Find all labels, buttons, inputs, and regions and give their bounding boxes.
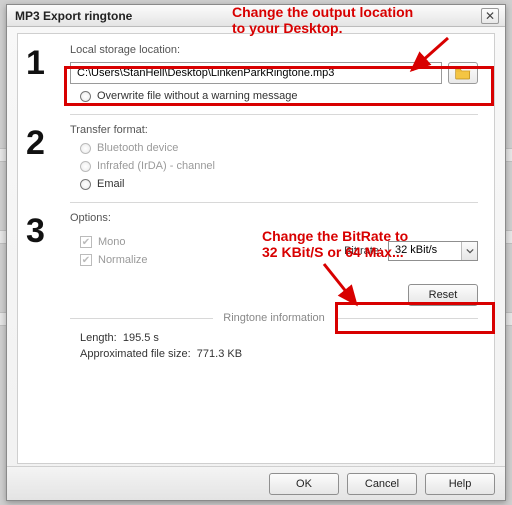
- radio-icon: [80, 161, 91, 172]
- section-options: 3 Options: ✔ Mono ✔ Normalize Bit rate:: [18, 202, 494, 278]
- size-label: Approximated file size:: [80, 348, 191, 360]
- email-label: Email: [97, 178, 125, 190]
- bluetooth-label: Bluetooth device: [97, 142, 178, 154]
- ok-button[interactable]: OK: [269, 473, 339, 495]
- normalize-label: Normalize: [98, 254, 148, 266]
- help-button[interactable]: Help: [425, 473, 495, 495]
- size-value: 771.3 KB: [197, 348, 242, 360]
- length-label: Length:: [80, 332, 117, 344]
- section-storage: 1 Local storage location: Overwrite file…: [18, 34, 494, 114]
- options-label: Options:: [70, 212, 478, 224]
- reset-button[interactable]: Reset: [408, 284, 478, 306]
- infrared-option: Infrafed (IrDA) - channel: [80, 160, 478, 172]
- overwrite-option[interactable]: Overwrite file without a warning message: [80, 90, 478, 102]
- mono-label: Mono: [98, 236, 126, 248]
- checkbox-icon: ✔: [80, 254, 92, 266]
- bitrate-value: 32 kBit/s: [389, 242, 461, 260]
- storage-label: Local storage location:: [70, 44, 478, 56]
- browse-button[interactable]: [448, 62, 478, 84]
- checkbox-icon: ✔: [80, 236, 92, 248]
- step-number-3: 3: [26, 212, 45, 251]
- step-number-1: 1: [26, 44, 45, 83]
- radio-icon: [80, 143, 91, 154]
- titlebar[interactable]: MP3 Export ringtone ✕: [7, 5, 505, 27]
- cancel-button[interactable]: Cancel: [347, 473, 417, 495]
- export-ringtone-dialog: MP3 Export ringtone ✕ 1 Local storage lo…: [6, 4, 506, 501]
- dialog-footer: OK Cancel Help: [7, 466, 505, 500]
- ringtone-info: Length: 195.5 s Approximated file size: …: [18, 328, 494, 370]
- close-button[interactable]: ✕: [481, 8, 499, 24]
- chevron-down-icon: [461, 242, 477, 260]
- close-icon: ✕: [485, 9, 495, 23]
- bitrate-row: Bit rate: 32 kBit/s: [344, 234, 478, 268]
- overwrite-label: Overwrite file without a warning message: [97, 90, 298, 102]
- bitrate-select[interactable]: 32 kBit/s: [388, 241, 478, 261]
- dialog-title: MP3 Export ringtone: [15, 9, 481, 23]
- dialog-content: 1 Local storage location: Overwrite file…: [17, 33, 495, 464]
- folder-icon: [455, 66, 471, 80]
- email-option[interactable]: Email: [80, 178, 478, 190]
- bitrate-label: Bit rate:: [344, 245, 382, 257]
- length-value: 195.5 s: [123, 332, 159, 344]
- normalize-option: ✔ Normalize: [80, 254, 344, 266]
- section-transfer: 2 Transfer format: Bluetooth device Infr…: [18, 114, 494, 202]
- radio-icon: [80, 91, 91, 102]
- transfer-label: Transfer format:: [70, 124, 478, 136]
- ringtone-info-title: Ringtone information: [213, 312, 335, 324]
- bluetooth-option: Bluetooth device: [80, 142, 478, 154]
- infrared-label: Infrafed (IrDA) - channel: [97, 160, 215, 172]
- path-input[interactable]: [70, 62, 442, 84]
- step-number-2: 2: [26, 124, 45, 163]
- ringtone-info-header: Ringtone information: [18, 306, 494, 328]
- radio-icon: [80, 179, 91, 190]
- mono-option: ✔ Mono: [80, 236, 344, 248]
